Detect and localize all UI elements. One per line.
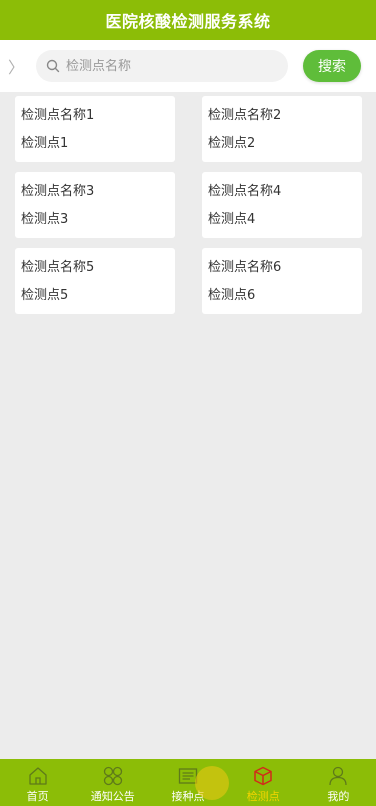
- tab-notices[interactable]: 通知公告: [75, 759, 150, 806]
- user-icon: [329, 766, 348, 786]
- card-point: 检测点3: [21, 212, 69, 227]
- search-bar: 〉 搜索: [0, 40, 376, 92]
- card-point: 检测点2: [208, 136, 256, 151]
- test-point-card[interactable]: 检测点名称2 检测点2: [202, 96, 362, 162]
- test-point-card[interactable]: 检测点名称1 检测点1: [15, 96, 175, 162]
- tab-label: 我的: [327, 790, 350, 803]
- touch-ripple: [195, 766, 229, 800]
- card-name: 检测点名称4: [208, 184, 282, 199]
- cube-icon: [254, 766, 272, 786]
- tab-test-points[interactable]: 检测点: [226, 759, 301, 806]
- tab-label: 首页: [26, 790, 49, 803]
- grid-icon: [103, 766, 122, 786]
- search-button[interactable]: 搜索: [303, 50, 361, 82]
- test-point-card[interactable]: 检测点名称6 检测点6: [202, 248, 362, 314]
- card-name: 检测点名称6: [208, 260, 282, 275]
- card-name: 检测点名称3: [21, 184, 95, 199]
- card-name: 检测点名称2: [208, 108, 282, 123]
- bottom-tab-bar: 首页 通知公告 接种点 检测点 我的: [0, 759, 376, 806]
- tab-home[interactable]: 首页: [0, 759, 75, 806]
- card-point: 检测点5: [21, 288, 69, 303]
- app-header: 医院核酸检测服务系统: [0, 0, 376, 40]
- tab-label: 检测点: [246, 790, 280, 803]
- back-chevron-icon[interactable]: 〉: [0, 40, 32, 92]
- search-box[interactable]: [36, 50, 288, 82]
- test-point-card[interactable]: 检测点名称3 检测点3: [15, 172, 175, 238]
- card-name: 检测点名称5: [21, 260, 95, 275]
- test-point-card[interactable]: 检测点名称4 检测点4: [202, 172, 362, 238]
- card-point: 检测点6: [208, 288, 256, 303]
- tab-mine[interactable]: 我的: [301, 759, 376, 806]
- home-icon: [28, 767, 47, 785]
- card-name: 检测点名称1: [21, 108, 95, 123]
- page-title: 医院核酸检测服务系统: [105, 12, 271, 31]
- search-icon: [46, 59, 60, 73]
- card-point: 检测点4: [208, 212, 256, 227]
- tab-label: 通知公告: [90, 790, 135, 803]
- test-point-card[interactable]: 检测点名称5 检测点5: [15, 248, 175, 314]
- search-input[interactable]: [66, 58, 266, 74]
- card-point: 检测点1: [21, 136, 69, 151]
